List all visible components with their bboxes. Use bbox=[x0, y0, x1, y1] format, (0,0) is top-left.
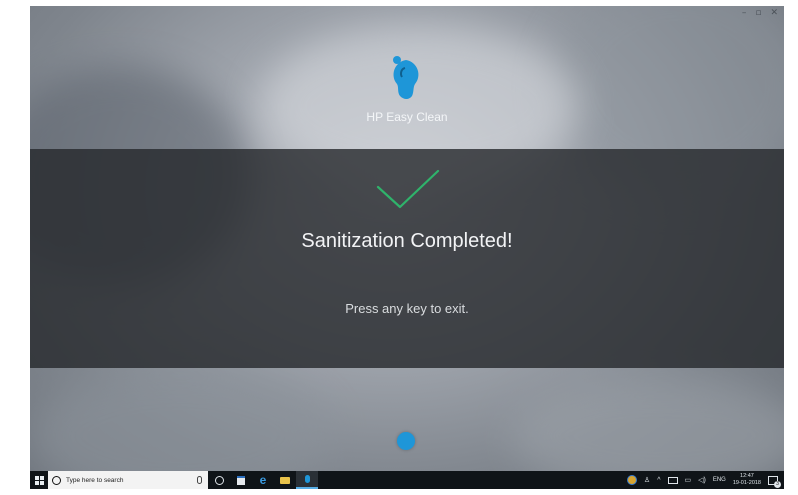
cortana-icon bbox=[52, 475, 61, 485]
hp-easy-clean-logo bbox=[393, 56, 419, 99]
taskbar: Type here to search e ♙ ^ ▭ ◁) ENG 12:47… bbox=[30, 471, 784, 489]
globe-icon[interactable] bbox=[626, 475, 637, 485]
network-icon[interactable]: ▭ bbox=[685, 476, 692, 484]
checkmark-icon bbox=[376, 169, 440, 209]
hp-logo-icon bbox=[397, 432, 415, 450]
chevron-up-icon[interactable]: ^ bbox=[657, 477, 660, 484]
store-icon[interactable] bbox=[230, 471, 252, 489]
header-area: HP Easy Clean – ▫ ✕ bbox=[30, 6, 784, 149]
language-indicator[interactable]: ENG bbox=[713, 477, 726, 483]
window-controls: – ▫ ✕ bbox=[742, 8, 778, 18]
notification-count: 3 bbox=[774, 480, 781, 488]
edge-icon[interactable]: e bbox=[252, 471, 274, 489]
search-placeholder: Type here to search bbox=[66, 476, 124, 484]
restore-icon[interactable]: ▫ bbox=[755, 8, 761, 18]
logo-body bbox=[393, 60, 419, 99]
hp-easy-clean-icon[interactable] bbox=[296, 471, 318, 489]
file-explorer-icon[interactable] bbox=[274, 471, 296, 489]
battery-icon[interactable] bbox=[667, 476, 678, 484]
clock-date: 19-01-2018 bbox=[732, 480, 761, 486]
notification-icon[interactable]: 3 bbox=[768, 475, 781, 488]
close-icon[interactable]: ✕ bbox=[770, 8, 778, 18]
volume-icon[interactable]: ◁) bbox=[698, 476, 706, 484]
clock-time: 12:47 bbox=[740, 473, 754, 479]
task-view-icon[interactable] bbox=[208, 471, 230, 489]
microphone-icon[interactable] bbox=[197, 476, 202, 484]
windows-icon bbox=[34, 475, 44, 485]
system-tray: ♙ ^ ▭ ◁) ENG 12:47 19-01-2018 3 bbox=[626, 473, 781, 488]
search-box[interactable]: Type here to search bbox=[48, 471, 208, 489]
clock[interactable]: 12:47 19-01-2018 bbox=[733, 473, 761, 487]
status-title: Sanitization Completed! bbox=[301, 230, 513, 252]
desktop-screen: HP Easy Clean – ▫ ✕ Sanitization Complet… bbox=[30, 6, 784, 489]
start-button[interactable] bbox=[30, 471, 48, 489]
minimize-icon[interactable]: – bbox=[742, 8, 747, 18]
status-hint: Press any key to exit. bbox=[345, 301, 469, 316]
app-title: HP Easy Clean bbox=[366, 110, 448, 124]
status-panel: Sanitization Completed! Press any key to… bbox=[30, 149, 784, 368]
people-icon[interactable]: ♙ bbox=[644, 476, 650, 484]
